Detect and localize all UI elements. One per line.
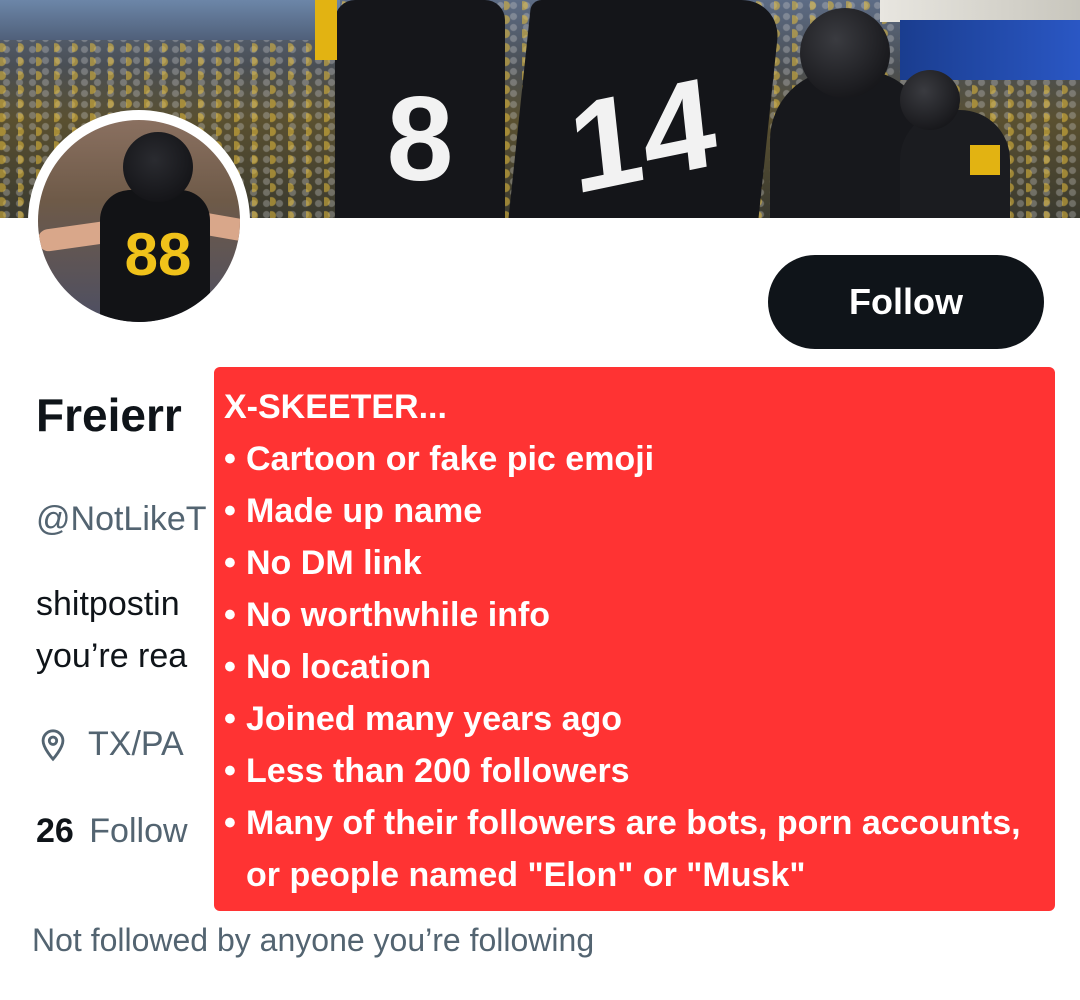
follow-button[interactable]: Follow [768,255,1044,349]
avatar-jersey-number: 88 [124,221,192,288]
location-text: TX/PA [88,725,184,763]
banner-player-14: 14 [508,0,782,218]
overlay-list-item: No DM link [224,537,1043,589]
handle: @NotLikeT [36,500,207,538]
banner-helmet [900,70,960,130]
profile-avatar[interactable]: 88 [28,110,250,332]
following-link[interactable]: 26 Follow [36,812,188,851]
overlay-title: X-SKEETER... [224,388,447,426]
overlay-list-item: No location [224,641,1043,693]
banner-gold-stripe [315,0,337,60]
overlay-list-item: Less than 200 followers [224,745,1043,797]
banner-player-8: 8 [335,0,505,218]
overlay-list-item: Made up name [224,485,1043,537]
overlay-list-item: Many of their followers are bots, porn a… [224,797,1043,901]
followers-you-know: Not followed by anyone you’re following [32,922,595,958]
following-count: 26 [36,812,74,850]
overlay-list-item: Cartoon or fake pic emoji [224,433,1043,485]
overlay-list-item: Joined many years ago [224,693,1043,745]
bio-line: you’re rea [36,637,188,675]
overlay-annotation-box: X-SKEETER... Cartoon or fake pic emoji M… [214,367,1055,911]
bio-line: shitpostin [36,585,180,623]
banner-jersey-number: 14 [562,48,723,218]
following-label: Follow [89,812,188,850]
display-name: Freierr [36,389,182,441]
banner-gold-stripe [970,145,1000,175]
banner-jersey-number: 8 [386,72,454,206]
avatar-helmet [123,132,193,202]
banner-stadium-roof [0,0,340,40]
avatar-image: 88 [38,120,240,322]
location: TX/PA [36,725,184,764]
overlay-list-item: No worthwhile info [224,589,1043,641]
overlay-list: Cartoon or fake pic emoji Made up name N… [224,433,1043,901]
banner-helmet [800,8,890,98]
banner-scoreboard-top [880,0,1080,22]
location-pin-icon [41,728,65,761]
